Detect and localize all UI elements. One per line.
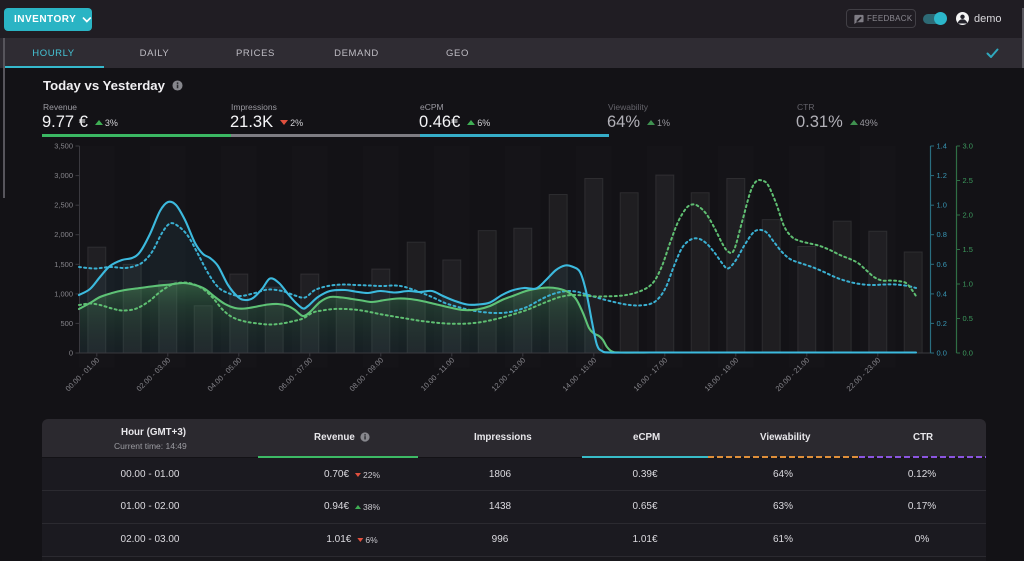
svg-text:0.8: 0.8	[937, 230, 947, 239]
svg-text:1.0: 1.0	[963, 280, 973, 289]
svg-text:0.6: 0.6	[937, 260, 947, 269]
svg-text:2.5: 2.5	[963, 176, 973, 185]
svg-text:0: 0	[69, 349, 73, 358]
svg-text:3,000: 3,000	[54, 171, 73, 180]
svg-text:500: 500	[60, 319, 73, 328]
svg-text:0.0: 0.0	[963, 349, 973, 358]
svg-text:1,000: 1,000	[54, 289, 73, 298]
svg-text:1.5: 1.5	[963, 245, 973, 254]
svg-text:1,500: 1,500	[54, 260, 73, 269]
svg-text:1.2: 1.2	[937, 171, 947, 180]
svg-text:1.0: 1.0	[937, 201, 947, 210]
svg-text:3,500: 3,500	[54, 142, 73, 151]
svg-text:2,500: 2,500	[54, 201, 73, 210]
svg-text:0.2: 0.2	[937, 319, 947, 328]
svg-text:1.4: 1.4	[937, 142, 947, 151]
svg-text:0.5: 0.5	[963, 314, 973, 323]
svg-text:2.0: 2.0	[963, 211, 973, 220]
svg-text:0.4: 0.4	[937, 289, 947, 298]
svg-text:2,000: 2,000	[54, 230, 73, 239]
svg-text:0.0: 0.0	[937, 349, 947, 358]
svg-text:3.0: 3.0	[963, 142, 973, 151]
